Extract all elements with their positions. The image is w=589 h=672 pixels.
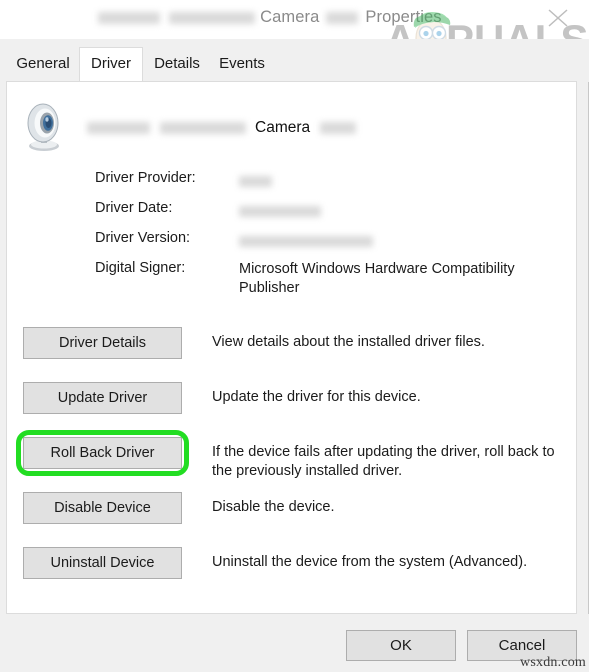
- redacted-title-part-1: [98, 11, 161, 24]
- window-title-properties: Properties: [365, 8, 442, 26]
- disable-device-description: Disable the device.: [212, 499, 335, 515]
- dialog-footer: OK Cancel wsxdn.com: [0, 614, 589, 672]
- device-properties-window: CameraProperties A PUALS: [0, 0, 589, 672]
- driver-version-label: Driver Version:: [95, 230, 191, 246]
- redacted-device-part-2: [160, 121, 246, 134]
- action-row-uninstall-device: Uninstall Device Uninstall the device fr…: [7, 547, 576, 602]
- tab-details[interactable]: Details: [145, 49, 209, 82]
- update-driver-description: Update the driver for this device.: [212, 389, 421, 405]
- driver-details-description: View details about the installed driver …: [212, 334, 485, 350]
- redacted-driver-provider: [239, 175, 272, 187]
- roll-back-driver-description: If the device fails after updating the d…: [212, 444, 555, 479]
- action-row-disable-device: Disable Device Disable the device.: [7, 492, 576, 547]
- driver-tab-panel: Camera Driver Provider: Driver Date: Dri…: [6, 81, 577, 614]
- driver-provider-label: Driver Provider:: [95, 170, 196, 186]
- action-row-driver-details: Driver Details View details about the in…: [7, 327, 576, 382]
- redacted-driver-version: [239, 235, 373, 247]
- driver-info-row: Driver Date:: [95, 200, 565, 230]
- window-title-camera: Camera: [260, 8, 320, 26]
- driver-info-row: Driver Provider:: [95, 170, 565, 200]
- close-icon-glyph: [548, 9, 568, 27]
- driver-details-button[interactable]: Driver Details: [23, 327, 182, 359]
- redacted-driver-date: [239, 205, 321, 217]
- tab-general[interactable]: General: [8, 49, 78, 82]
- driver-date-label: Driver Date:: [95, 200, 173, 216]
- device-header: Camera: [7, 96, 576, 152]
- uninstall-device-description: Uninstall the device from the system (Ad…: [212, 554, 528, 570]
- window-title: Camera Properties: [0, 8, 540, 27]
- digital-signer-value: Microsoft Windows Hardware Compatibility…: [239, 261, 515, 296]
- redacted-device-part-1: [87, 121, 150, 134]
- roll-back-driver-button[interactable]: Roll Back Driver: [23, 437, 182, 469]
- close-icon[interactable]: [535, 0, 581, 34]
- redacted-device-part-3: [320, 121, 357, 134]
- driver-info-row: Driver Version:: [95, 230, 565, 260]
- site-watermark: wsxdn.com: [520, 655, 586, 670]
- uninstall-device-button[interactable]: Uninstall Device: [23, 547, 182, 579]
- redacted-title-part-2: [169, 11, 256, 24]
- device-name-camera: Camera: [255, 119, 311, 136]
- action-row-update-driver: Update Driver Update the driver for this…: [7, 382, 576, 437]
- digital-signer-label: Digital Signer:: [95, 260, 186, 276]
- webcam-icon: [27, 103, 59, 151]
- action-row-roll-back-driver: Roll Back Driver If the device fails aft…: [7, 430, 576, 492]
- driver-info-table: Driver Provider: Driver Date: Driver Ver…: [95, 170, 565, 296]
- device-name: Camera: [87, 119, 357, 137]
- driver-version-value: [239, 230, 559, 249]
- tab-driver[interactable]: Driver: [79, 47, 143, 83]
- driver-provider-value: [239, 170, 559, 189]
- driver-date-value: [239, 200, 559, 219]
- update-driver-button[interactable]: Update Driver: [23, 382, 182, 414]
- ok-button[interactable]: OK: [346, 630, 456, 661]
- title-bar: Camera Properties: [0, 0, 589, 39]
- tab-strip: General Driver Details Events: [0, 39, 589, 83]
- tab-events[interactable]: Events: [210, 49, 274, 82]
- driver-info-row: Digital Signer: Microsoft Windows Hardwa…: [95, 260, 565, 296]
- redacted-title-part-3: [326, 11, 359, 24]
- disable-device-button[interactable]: Disable Device: [23, 492, 182, 524]
- driver-actions: Driver Details View details about the in…: [7, 327, 576, 602]
